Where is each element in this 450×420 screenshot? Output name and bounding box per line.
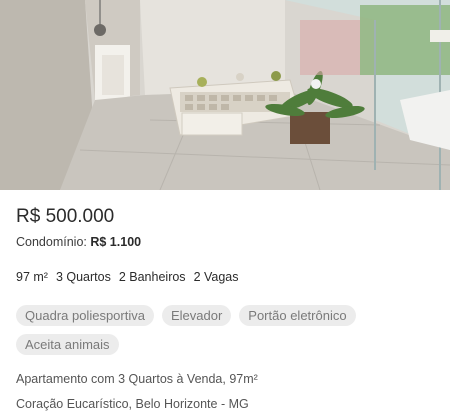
feature-bedrooms: 3 Quartos [55,270,111,284]
listing-address: Coração Eucarístico, Belo Horizonte - MG [16,397,249,411]
features: 97 m² 3 Quartos 2 Banheiros 2 Vagas [16,270,239,284]
listing-photo[interactable] [0,0,450,190]
condo-fee-value: R$ 1.100 [90,235,142,249]
feature-bathrooms: 2 Banheiros [118,270,186,284]
feature-parking: 2 Vagas [193,270,239,284]
condo-fee: Condomínio: R$ 1.100 [16,235,141,249]
amenity-tag: Quadra poliesportiva [16,305,154,326]
amenity-tag: Portão eletrônico [239,305,356,326]
amenity-tag: Aceita animais [16,334,119,355]
listing-card[interactable]: R$ 500.000 Condomínio: R$ 1.100 97 m² 3 … [0,0,450,420]
amenity-tag: Elevador [161,305,232,326]
feature-area: 97 m² [16,270,48,284]
condo-fee-label: Condomínio: [16,235,87,249]
price: R$ 500.000 [16,206,115,227]
amenities: Quadra poliesportiva Elevador Portão ele… [16,305,436,355]
listing-description: Apartamento com 3 Quartos à Venda, 97m² [16,372,258,386]
